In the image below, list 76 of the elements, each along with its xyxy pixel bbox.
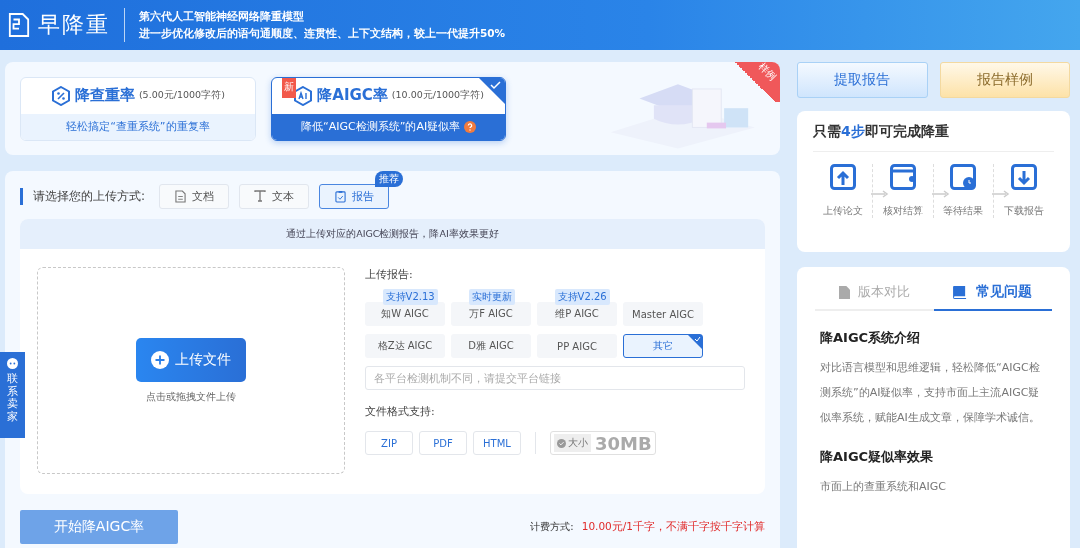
upload-method-tab[interactable]: 报告: [319, 183, 390, 209]
platform-option[interactable]: D雅 AIGC: [451, 334, 531, 358]
contact-label: 联系卖家: [7, 372, 18, 423]
step-label: 上传论文: [822, 204, 863, 218]
new-badge: 新: [281, 77, 296, 98]
pricing-value: 10.00元/1千字，不满千字按千字计算: [581, 520, 765, 534]
document-icon: [174, 189, 186, 203]
format-chip: ZIP: [365, 431, 413, 455]
upload-method-label: 请选择您的上传方式:: [20, 187, 146, 205]
report-label: 上传报告:: [365, 267, 414, 282]
faq-body: 对比语言模型和思维逻辑，轻松降低“AIGC检测系统”的AI疑似率，支持市面上主流AIGC疑似率系统，赋能AI生成文章，保障学术诚信。: [820, 360, 1041, 426]
check-circle-icon: [557, 438, 566, 448]
arrow-icon: [991, 190, 1010, 198]
arrow-icon: [871, 190, 890, 198]
format-label: 文件格式支持:: [365, 404, 436, 419]
version-tag: 支持V2.26: [554, 289, 610, 305]
upload-file-button[interactable]: 上传文件: [136, 337, 246, 382]
step-label: 等待结果: [943, 204, 984, 218]
mode-subtitle: 轻松搞定“查重系统”的重复率: [66, 119, 210, 134]
mode-title: 降查重率: [74, 86, 135, 105]
clipboard-check-icon: [334, 189, 346, 203]
version-tag: 实时更新: [468, 289, 515, 305]
link-input-field[interactable]: 各平台检测机制不同，请提交平台链接: [365, 366, 745, 390]
pricing-label: 计费方式:: [530, 520, 574, 534]
format-chip: PDF: [419, 431, 467, 455]
action-button[interactable]: 报告样例: [939, 62, 1070, 98]
tip-text: 通过上传对应的AIGC检测报告，降AI率效果更好: [286, 227, 499, 241]
mode-option[interactable]: 新 降AIGC率 (10.00元/1000字符) 降低“AIGC检测系统”的AI疑似率: [270, 76, 507, 141]
step-label: 核对结算: [882, 204, 923, 218]
platform-option[interactable]: 格Z达 AIGC: [365, 334, 445, 358]
clock-icon: [950, 164, 977, 190]
mode-price: (5.00元/1000字符): [138, 89, 225, 102]
faq-heading: 降AIGC系统介绍: [820, 329, 922, 347]
text-icon: [254, 190, 267, 202]
dropzone-hint: 点击或拖拽文件上传: [146, 389, 236, 404]
file-dropzone[interactable]: 上传文件 点击或拖拽文件上传: [37, 267, 345, 474]
platform-option[interactable]: 其它: [623, 334, 703, 358]
upload-method-tab[interactable]: 文档: [159, 183, 230, 209]
percent-icon: [50, 85, 71, 106]
check-corner-icon: [479, 77, 506, 104]
mode-option[interactable]: 降查重率 (5.00元/1000字符) 轻松搞定“查重系统”的重复率: [20, 76, 256, 141]
upload-icon: [829, 164, 856, 190]
platform-option[interactable]: Master AIGC: [623, 302, 703, 326]
size-label: 大小: [554, 434, 591, 452]
tagline: 第六代人工智能神经网络降重模型: [139, 9, 305, 24]
faq-tab[interactable]: 常见问题: [933, 275, 1052, 311]
arrow-icon: [931, 190, 950, 198]
download-icon: [1010, 164, 1037, 190]
action-button[interactable]: 提取报告: [797, 62, 928, 98]
help-icon[interactable]: [464, 120, 477, 133]
ai-chip-icon: [293, 85, 314, 106]
logo-icon: [8, 12, 30, 38]
steps-title: 只需4步即可完成降重: [813, 123, 1054, 152]
mode-price: (10.00元/1000字符): [391, 89, 484, 102]
faq-heading: 降AIGC疑似率效果: [820, 448, 935, 466]
chat-icon: [7, 358, 18, 369]
logo-text: 早降重: [38, 11, 110, 39]
size-value: 30MB: [595, 432, 652, 454]
file-icon: [838, 285, 850, 299]
faq-body: 市面上的查重系统和AIGC: [820, 479, 947, 495]
step-label: 下载报告: [1003, 204, 1044, 218]
mode-subtitle: 降低“AIGC检测系统”的AI疑似率: [301, 119, 461, 134]
wallet-icon: [889, 164, 916, 190]
format-chip: HTML: [473, 431, 521, 455]
platform-option[interactable]: PP AIGC: [537, 334, 617, 358]
check-corner-icon: [688, 335, 702, 349]
recommend-badge: 推荐: [375, 170, 404, 187]
tagline: 进一步优化修改后的语句通顺度、连贯性、上下文结构，较上一代提升50%: [139, 26, 506, 41]
contact-seller-tab[interactable]: 联系卖家: [0, 352, 25, 438]
book-icon: [953, 285, 969, 299]
plus-icon: [151, 350, 169, 369]
ribbon-label: 样例: [755, 62, 779, 84]
mode-title: 降AIGC率: [317, 86, 388, 105]
version-tag: 支持V2.13: [382, 289, 438, 305]
platform-option[interactable]: 万F AIGC: [451, 302, 531, 326]
upload-method-tab[interactable]: 文本: [239, 183, 310, 209]
